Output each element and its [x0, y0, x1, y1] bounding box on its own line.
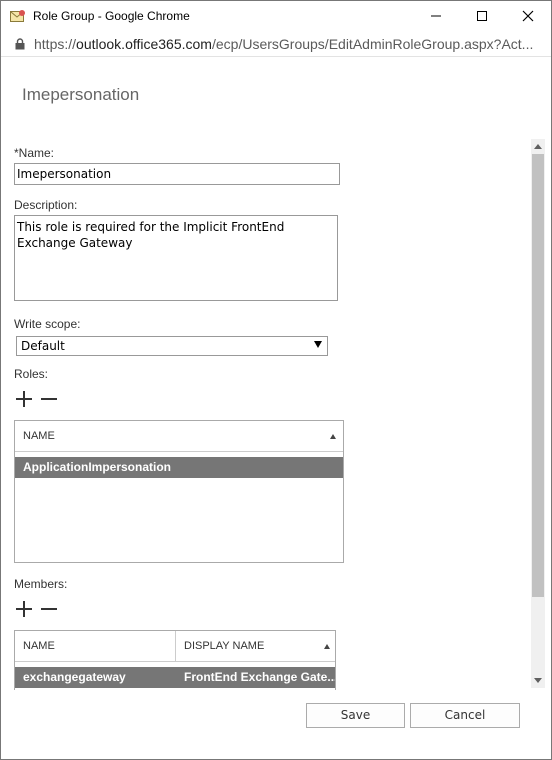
name-input[interactable]: Imepersonation: [14, 163, 340, 185]
scroll-thumb[interactable]: [532, 154, 544, 597]
lock-icon: [15, 37, 25, 50]
description-label: Description:: [14, 198, 78, 212]
table-row[interactable]: exchangegateway FrontEnd Exchange Gate..…: [15, 667, 335, 688]
write-scope-value: Default: [21, 339, 65, 353]
roles-grid-header: NAME: [15, 421, 343, 452]
roles-name-column-label: NAME: [23, 430, 55, 442]
members-name-column-label: NAME: [23, 640, 55, 652]
url-path: /ecp/UsersGroups/EditAdminRoleGroup.aspx…: [211, 36, 534, 52]
table-row[interactable]: ApplicationImpersonation: [15, 457, 343, 478]
member-name-cell: exchangegateway: [23, 670, 126, 684]
write-scope-label: Write scope:: [14, 317, 81, 331]
roles-grid: NAME ApplicationImpersonation: [14, 420, 344, 563]
roles-name-column-header[interactable]: NAME: [15, 421, 343, 452]
description-textarea[interactable]: This role is required for the Implicit F…: [14, 215, 338, 301]
member-display-name-cell: FrontEnd Exchange Gate...: [184, 670, 336, 684]
close-icon[interactable]: [505, 1, 551, 31]
role-group-form: Imepersonation *Name: Imepersonation Des…: [1, 58, 551, 760]
cancel-button[interactable]: Cancel: [410, 703, 520, 728]
roles-label: Roles:: [14, 367, 49, 381]
minimize-icon[interactable]: [413, 1, 459, 31]
browser-window: Role Group - Google Chrome https://outlo…: [0, 0, 552, 760]
members-grid: NAME DISPLAY NAME exchangegateway FrontE…: [14, 630, 336, 690]
dropdown-arrow-icon: [314, 341, 322, 348]
remove-role-icon[interactable]: [41, 391, 57, 407]
url-scheme: https://: [34, 36, 77, 52]
members-display-name-column-header[interactable]: DISPLAY NAME: [176, 631, 335, 662]
members-grid-header: NAME DISPLAY NAME: [15, 631, 335, 662]
page-title: Imepersonation: [22, 85, 140, 104]
members-label: Members:: [14, 577, 68, 591]
maximize-icon[interactable]: [459, 1, 505, 31]
scroll-up-icon[interactable]: [531, 142, 545, 152]
add-member-icon[interactable]: [16, 601, 32, 617]
url-text[interactable]: https://outlook.office365.com/ecp/UsersG…: [34, 36, 533, 52]
vertical-scrollbar[interactable]: [531, 139, 545, 688]
remove-member-icon[interactable]: [41, 601, 57, 617]
save-button[interactable]: Save: [306, 703, 405, 728]
address-bar[interactable]: https://outlook.office365.com/ecp/UsersG…: [1, 31, 551, 57]
url-host: outlook.office365.com: [76, 36, 212, 52]
write-scope-select[interactable]: Default: [16, 336, 328, 356]
add-role-icon[interactable]: [16, 391, 32, 407]
members-name-column-header[interactable]: NAME: [15, 631, 176, 662]
sort-ascending-icon[interactable]: [330, 434, 336, 439]
window-title: Role Group - Google Chrome: [33, 9, 190, 23]
title-bar: Role Group - Google Chrome: [1, 1, 551, 31]
role-name-cell: ApplicationImpersonation: [23, 460, 172, 474]
role-group-icon: [10, 9, 26, 23]
name-label: *Name:: [14, 146, 55, 160]
scroll-down-icon[interactable]: [531, 676, 545, 686]
sort-ascending-icon[interactable]: [324, 644, 330, 649]
members-display-name-column-label: DISPLAY NAME: [184, 640, 265, 652]
